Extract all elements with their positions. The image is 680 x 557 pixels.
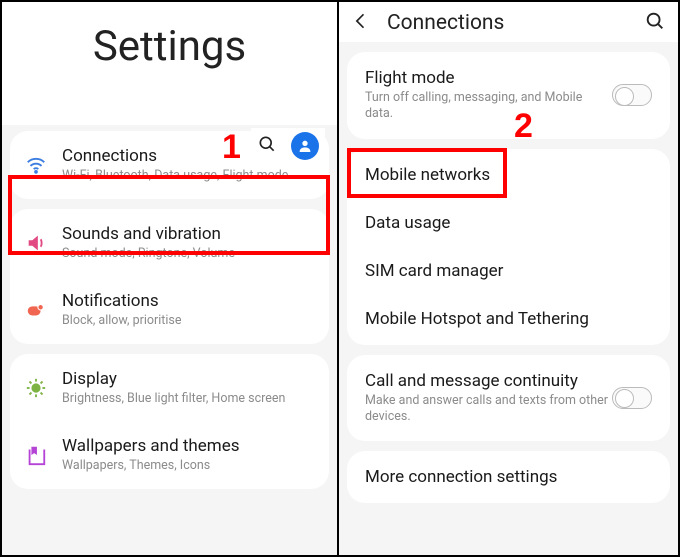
settings-item-display[interactable]: Display Brightness, Blue light filter, H… bbox=[10, 354, 329, 422]
item-title: SIM card manager bbox=[365, 261, 652, 281]
settings-item-notifications[interactable]: Notifications Block, allow, prioritise bbox=[10, 276, 329, 344]
item-title: Wallpapers and themes bbox=[62, 436, 315, 457]
wallpaper-icon bbox=[24, 444, 48, 466]
connections-item-data-usage[interactable]: Data usage bbox=[347, 199, 670, 247]
connections-item-call-continuity[interactable]: Call and message continuity Make and ans… bbox=[347, 357, 670, 440]
toggle-switch[interactable] bbox=[612, 387, 652, 409]
connections-item-mobile-networks[interactable]: Mobile networks bbox=[347, 151, 670, 199]
notification-icon bbox=[24, 299, 48, 321]
item-title: Call and message continuity bbox=[365, 371, 612, 391]
wifi-icon bbox=[24, 154, 48, 176]
settings-item-wallpapers[interactable]: Wallpapers and themes Wallpapers, Themes… bbox=[10, 421, 329, 489]
account-avatar[interactable] bbox=[291, 132, 319, 160]
connections-item-mobile-hotspot[interactable]: Mobile Hotspot and Tethering bbox=[347, 295, 670, 343]
settings-item-sounds[interactable]: Sounds and vibration Sound mode, Rington… bbox=[10, 209, 329, 277]
item-sub: Wallpapers, Themes, Icons bbox=[62, 458, 315, 474]
page-title: Settings bbox=[2, 2, 337, 125]
item-sub: Brightness, Blue light filter, Home scre… bbox=[62, 391, 315, 407]
item-title: Flight mode bbox=[365, 68, 612, 88]
volume-icon bbox=[24, 232, 48, 254]
item-title: Sounds and vibration bbox=[62, 224, 315, 245]
item-title: Mobile Hotspot and Tethering bbox=[365, 309, 652, 329]
search-icon[interactable] bbox=[644, 10, 666, 36]
toggle-switch[interactable] bbox=[612, 84, 652, 106]
item-sub: Block, allow, prioritise bbox=[62, 313, 315, 329]
connections-item-sim-card-manager[interactable]: SIM card manager bbox=[347, 247, 670, 295]
item-title: Mobile networks bbox=[365, 165, 652, 185]
display-icon bbox=[24, 377, 48, 399]
item-title: Notifications bbox=[62, 291, 315, 312]
item-title: Data usage bbox=[365, 213, 652, 233]
connections-pane: Connections Flight mode Turn off calling… bbox=[339, 2, 678, 555]
search-icon[interactable] bbox=[257, 134, 277, 158]
item-sub: Make and answer calls and texts from oth… bbox=[365, 393, 612, 426]
page-title: Connections bbox=[387, 11, 628, 35]
item-title: Display bbox=[62, 369, 315, 390]
back-icon[interactable] bbox=[351, 11, 371, 35]
connections-item-more-settings[interactable]: More connection settings bbox=[347, 453, 670, 501]
item-sub: Turn off calling, messaging, and Mobile … bbox=[365, 90, 612, 123]
item-sub: Wi-Fi, Bluetooth, Data usage, Flight mod… bbox=[62, 168, 315, 184]
settings-pane: Settings Connections Wi-Fi, Bluetooth, D… bbox=[2, 2, 339, 555]
connections-item-flight-mode[interactable]: Flight mode Turn off calling, messaging,… bbox=[347, 54, 670, 137]
item-title: More connection settings bbox=[365, 467, 652, 487]
item-sub: Sound mode, Ringtone, Volume bbox=[62, 246, 315, 262]
